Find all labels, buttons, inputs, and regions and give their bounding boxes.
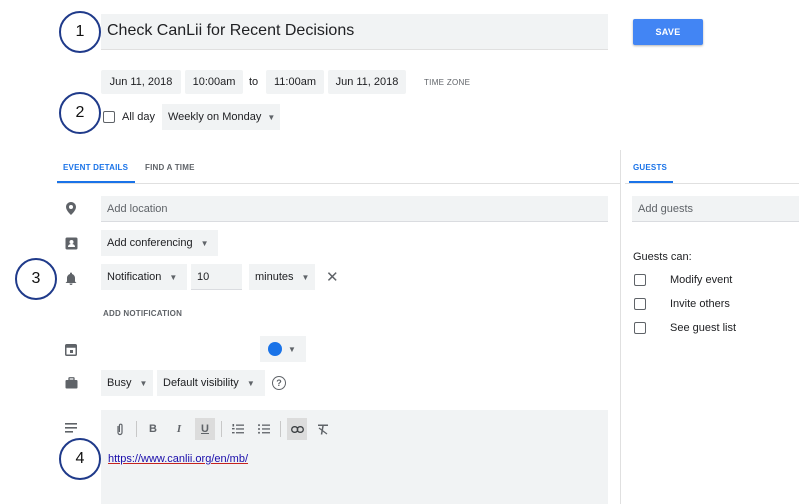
chevron-down-icon: ▼	[301, 272, 310, 282]
briefcase-icon	[64, 376, 78, 390]
annotation-marker-3: 3	[15, 258, 57, 300]
chevron-down-icon: ▼	[169, 272, 178, 282]
to-label: to	[249, 76, 259, 88]
all-day-label: All day	[122, 111, 156, 123]
repeat-value: Weekly on Monday	[168, 111, 262, 123]
italic-icon[interactable]: I	[169, 418, 189, 440]
see-guest-list-label: See guest list	[670, 322, 737, 334]
calendar-color-dropdown[interactable]: ▼	[260, 336, 306, 362]
help-icon[interactable]: ?	[272, 376, 286, 390]
description-url-link[interactable]: https://www.canlii.org/en/mb/	[108, 453, 248, 465]
panel-divider	[620, 150, 621, 504]
event-title-text[interactable]: Check CanLii for Recent Decisions	[107, 22, 354, 40]
bold-icon[interactable]: B	[143, 418, 163, 440]
conferencing-icon	[64, 236, 78, 250]
time-zone-button[interactable]: TIME ZONE	[424, 78, 470, 87]
annotation-marker-2: 2	[59, 92, 101, 134]
chevron-down-icon: ▼	[246, 378, 255, 388]
guests-can-label: Guests can:	[633, 251, 692, 263]
chevron-down-icon: ▼	[288, 344, 296, 354]
add-notification-link[interactable]: ADD NOTIFICATION	[103, 309, 182, 318]
all-day-checkbox[interactable]	[103, 111, 115, 123]
save-button[interactable]: SAVE	[633, 19, 703, 45]
add-guests-input[interactable]: Add guests	[632, 196, 799, 222]
availability-value: Busy	[107, 377, 132, 389]
tab-guests[interactable]: GUESTS	[633, 163, 667, 172]
calendar-icon	[64, 342, 78, 356]
bulleted-list-icon[interactable]	[254, 418, 274, 440]
chevron-down-icon: ▼	[267, 112, 276, 122]
end-date-chip[interactable]: Jun 11, 2018	[328, 70, 406, 94]
location-pin-icon	[64, 201, 78, 215]
toolbar-separator	[280, 421, 281, 437]
invite-others-label: Invite others	[670, 298, 730, 310]
attachment-icon[interactable]	[110, 418, 130, 440]
underline-icon[interactable]: U	[195, 418, 215, 440]
notification-unit-dropdown[interactable]: minutes ▼	[249, 264, 315, 290]
modify-event-checkbox[interactable]	[634, 274, 646, 286]
tabs-divider	[57, 183, 620, 184]
conferencing-label: Add conferencing	[107, 237, 193, 249]
see-guest-list-checkbox[interactable]	[634, 322, 646, 334]
visibility-value: Default visibility	[163, 377, 239, 389]
add-conferencing-dropdown[interactable]: Add conferencing ▼	[101, 230, 218, 256]
tab-event-details[interactable]: EVENT DETAILS	[63, 163, 128, 172]
link-icon[interactable]	[287, 418, 307, 440]
color-swatch	[268, 342, 282, 356]
visibility-dropdown[interactable]: Default visibility ▼	[157, 370, 265, 396]
bell-icon	[64, 271, 78, 285]
chevron-down-icon: ▼	[200, 238, 209, 248]
toolbar-separator	[136, 421, 137, 437]
availability-dropdown[interactable]: Busy ▼	[101, 370, 153, 396]
notification-type-value: Notification	[107, 271, 162, 283]
start-date-chip[interactable]: Jun 11, 2018	[101, 70, 181, 94]
toolbar-separator	[221, 421, 222, 437]
notification-amount-input[interactable]: 10	[191, 264, 242, 290]
location-input[interactable]: Add location	[101, 196, 608, 222]
repeat-dropdown[interactable]: Weekly on Monday ▼	[162, 104, 280, 130]
notification-unit-value: minutes	[255, 271, 294, 283]
annotation-marker-4: 4	[59, 438, 101, 480]
start-time-chip[interactable]: 10:00am	[185, 70, 243, 94]
guests-divider	[625, 183, 799, 184]
description-icon	[64, 421, 78, 435]
tab-find-a-time[interactable]: FIND A TIME	[145, 163, 195, 172]
numbered-list-icon[interactable]	[228, 418, 248, 440]
end-time-chip[interactable]: 11:00am	[266, 70, 324, 94]
editor-toolbar: B I U	[110, 418, 333, 440]
notification-type-dropdown[interactable]: Notification ▼	[101, 264, 187, 290]
chevron-down-icon: ▼	[139, 378, 148, 388]
clear-formatting-icon[interactable]	[313, 418, 333, 440]
annotation-marker-1: 1	[59, 11, 101, 53]
modify-event-label: Modify event	[670, 274, 733, 286]
invite-others-checkbox[interactable]	[634, 298, 646, 310]
remove-notification-close-icon[interactable]: ✕	[326, 268, 339, 286]
